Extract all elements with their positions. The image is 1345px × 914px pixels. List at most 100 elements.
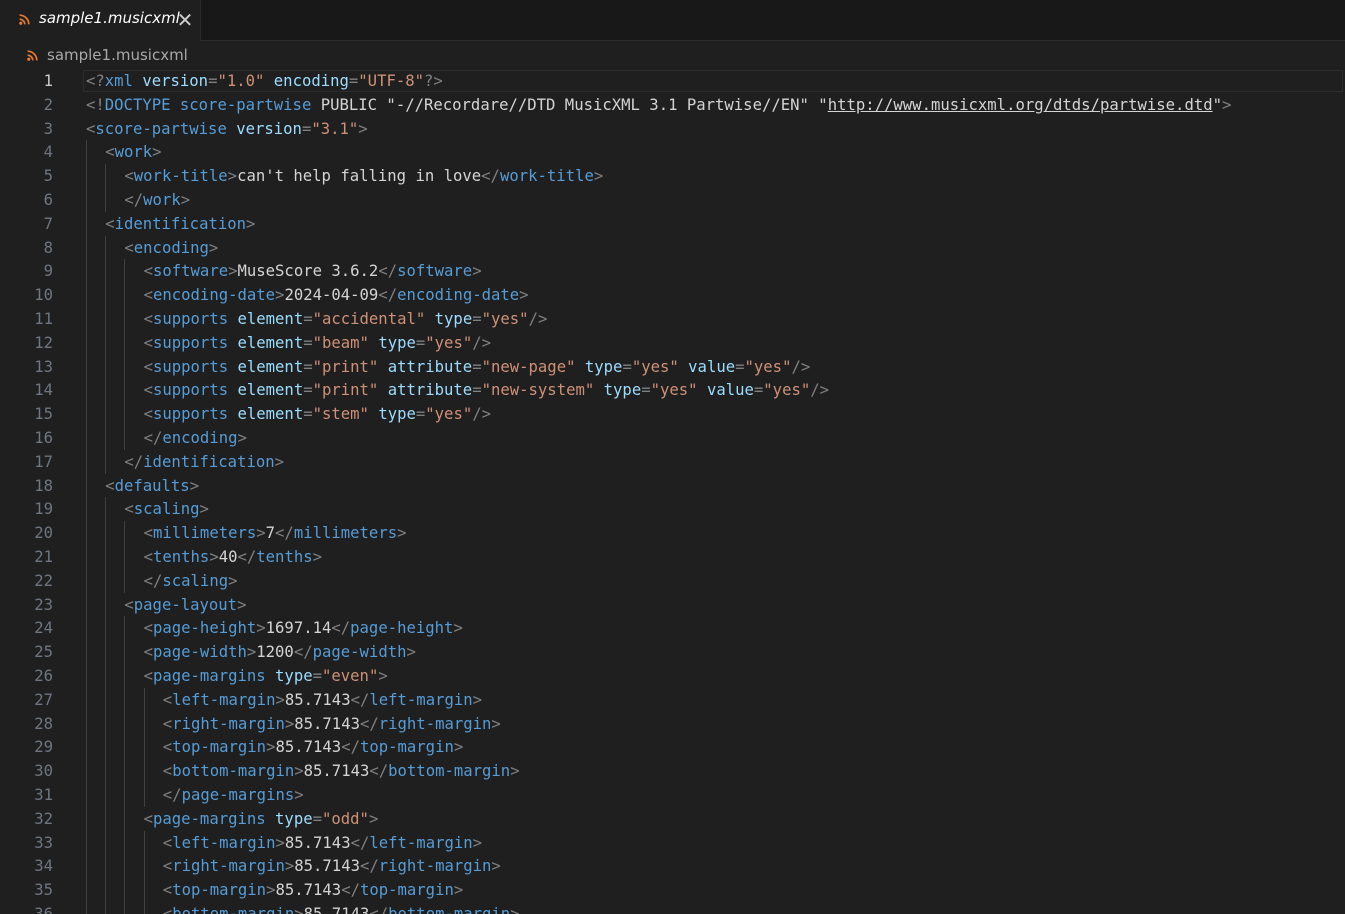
token-punctuation: >: [199, 500, 209, 519]
line-number: 14: [34, 381, 53, 400]
token-punctuation: >: [237, 429, 247, 447]
indent-guide: [86, 378, 87, 403]
token-tag-name: left-margin: [172, 833, 276, 852]
code-line[interactable]: 21 <tenths>40</tenths>: [0, 545, 1345, 569]
token-attribute-value: "yes": [425, 333, 473, 352]
token-punctuation: <: [162, 881, 173, 900]
code-content: <scaling>: [124, 497, 209, 521]
code-line[interactable]: 12 <supports element="beam" type="yes"/>: [0, 330, 1345, 355]
token-attribute-name: type: [378, 333, 416, 352]
token-punctuation: =: [303, 357, 313, 376]
indent-guide: [105, 687, 107, 712]
code-line[interactable]: 23 <page-layout>: [0, 592, 1345, 617]
token-punctuation: </: [350, 833, 370, 852]
code-line[interactable]: 9 <software>MuseScore 3.6.2</software>: [0, 259, 1345, 284]
code-line[interactable]: 25 <page-width>1200</page-width>: [0, 640, 1345, 665]
token-punctuation: >: [256, 619, 266, 638]
code-content: <page-width>1200</page-width>: [144, 640, 416, 664]
token-punctuation: </: [378, 286, 398, 305]
token-text: 85.7143: [294, 714, 360, 733]
token-attribute-name: type: [275, 809, 313, 828]
code-line[interactable]: 11 <supports element="accidental" type="y…: [0, 307, 1345, 331]
token-punctuation: <: [124, 500, 134, 519]
code-line[interactable]: 35 <top-margin>85.7143</top-margin>: [0, 878, 1345, 903]
code-line[interactable]: 1 <?xml version="1.0" encoding="UTF-8"?>: [0, 70, 1345, 93]
token-punctuation: >: [284, 857, 295, 876]
code-line[interactable]: 33 <left-margin>85.7143</left-margin>: [0, 830, 1345, 855]
line-number: 8: [43, 238, 53, 257]
token-punctuation: >: [275, 690, 285, 709]
token-punctuation: >: [294, 762, 304, 781]
code-line[interactable]: 8 <encoding>: [0, 235, 1345, 260]
code-content: <work-title>can't help falling in love</…: [124, 164, 603, 188]
code-line[interactable]: 10 <encoding-date>2024-04-09</encoding-da…: [0, 283, 1345, 308]
indent-guide: [86, 473, 87, 498]
close-icon[interactable]: ✕: [176, 10, 194, 30]
indent-guide: [143, 687, 145, 712]
token-tag-name: score-partwise: [95, 119, 227, 138]
token-punctuation: >: [275, 833, 285, 852]
code-line[interactable]: 18 <defaults>: [0, 473, 1345, 498]
code-line[interactable]: 27 <left-margin>85.7143</left-margin>: [0, 687, 1345, 712]
indent-guide: [143, 759, 145, 784]
code-line[interactable]: 5 <work-title>can't help falling in love<…: [0, 164, 1345, 189]
code-line[interactable]: 22 </scaling>: [0, 568, 1345, 593]
token-link[interactable]: http://www.musicxml.org/dtds/partwise.dt…: [828, 96, 1213, 114]
token-attribute-name: attribute: [387, 357, 473, 376]
code-line[interactable]: 28 <right-margin>85.7143</right-margin>: [0, 711, 1345, 736]
code-editor[interactable]: 1 <?xml version="1.0" encoding="UTF-8"?> 2…: [0, 70, 1345, 914]
token-punctuation: >: [180, 191, 191, 209]
code-line[interactable]: 24 <page-height>1697.14</page-height>: [0, 616, 1345, 641]
token-tag-name: score-partwise: [179, 95, 312, 114]
tab-sample1-musicxml[interactable]: sample1.musicxml ✕: [0, 0, 201, 41]
code-line[interactable]: 3 <score-partwise version="3.1">: [0, 117, 1345, 141]
token-punctuation: =: [472, 310, 482, 328]
token-punctuation: ?>: [424, 72, 443, 90]
token-punctuation: <: [124, 595, 134, 614]
code-line[interactable]: 29 <top-margin>85.7143</top-margin>: [0, 735, 1345, 760]
indent-guide: [86, 735, 87, 760]
indent-guide: [105, 854, 107, 879]
indent-guide: [105, 521, 107, 546]
indent-guide: [86, 164, 87, 189]
code-line[interactable]: 19 <scaling>: [0, 497, 1345, 522]
token-tag-name: bottom-margin: [388, 762, 511, 781]
token-punctuation: />: [528, 310, 548, 328]
code-line[interactable]: 13 <supports element="print" attribute="n…: [0, 354, 1345, 379]
code-line[interactable]: 17 </identification>: [0, 449, 1345, 474]
breadcrumb-file[interactable]: sample1.musicxml: [47, 46, 188, 64]
indent-guide: [105, 188, 107, 212]
code-line[interactable]: 15 <supports element="stem" type="yes"/>: [0, 402, 1345, 427]
indent-guide: [124, 830, 126, 855]
line-number: 7: [43, 214, 53, 233]
code-line[interactable]: 2 <!DOCTYPE score-partwise PUBLIC "-//Rec…: [0, 93, 1345, 117]
token-punctuation: </: [359, 857, 379, 876]
indent-guide: [124, 426, 126, 450]
code-line[interactable]: 6 </work>: [0, 188, 1345, 212]
line-number: 10: [34, 286, 53, 305]
code-line[interactable]: 20 <millimeters>7</millimeters>: [0, 521, 1345, 546]
code-content: <supports element="print" attribute="new…: [144, 378, 829, 402]
code-line[interactable]: 26 <page-margins type="even">: [0, 664, 1345, 688]
code-content: </work>: [124, 188, 190, 212]
code-line[interactable]: 4 <work>: [0, 140, 1345, 165]
line-number: 27: [34, 690, 53, 709]
code-line[interactable]: 36 <bottom-margin>85.7143</bottom-margin>: [0, 902, 1345, 914]
indent-guide: [105, 902, 107, 914]
code-line[interactable]: 14 <supports element="print" attribute="n…: [0, 378, 1345, 403]
code-line[interactable]: 31 </page-margins>: [0, 783, 1345, 807]
code-line[interactable]: 16 </encoding>: [0, 426, 1345, 450]
code-line[interactable]: 34 <right-margin>85.7143</right-margin>: [0, 854, 1345, 879]
code-line[interactable]: 30 <bottom-margin>85.7143</bottom-margin>: [0, 759, 1345, 784]
token-punctuation: <: [124, 167, 134, 186]
code-line[interactable]: 32 <page-margins type="odd">: [0, 806, 1345, 831]
token-text: 85.7143: [275, 738, 342, 757]
code-line[interactable]: 7 <identification>: [0, 211, 1345, 236]
token-tag-name: identification: [143, 452, 275, 471]
indent-guide: [105, 568, 107, 593]
indent-guide: [105, 307, 107, 331]
